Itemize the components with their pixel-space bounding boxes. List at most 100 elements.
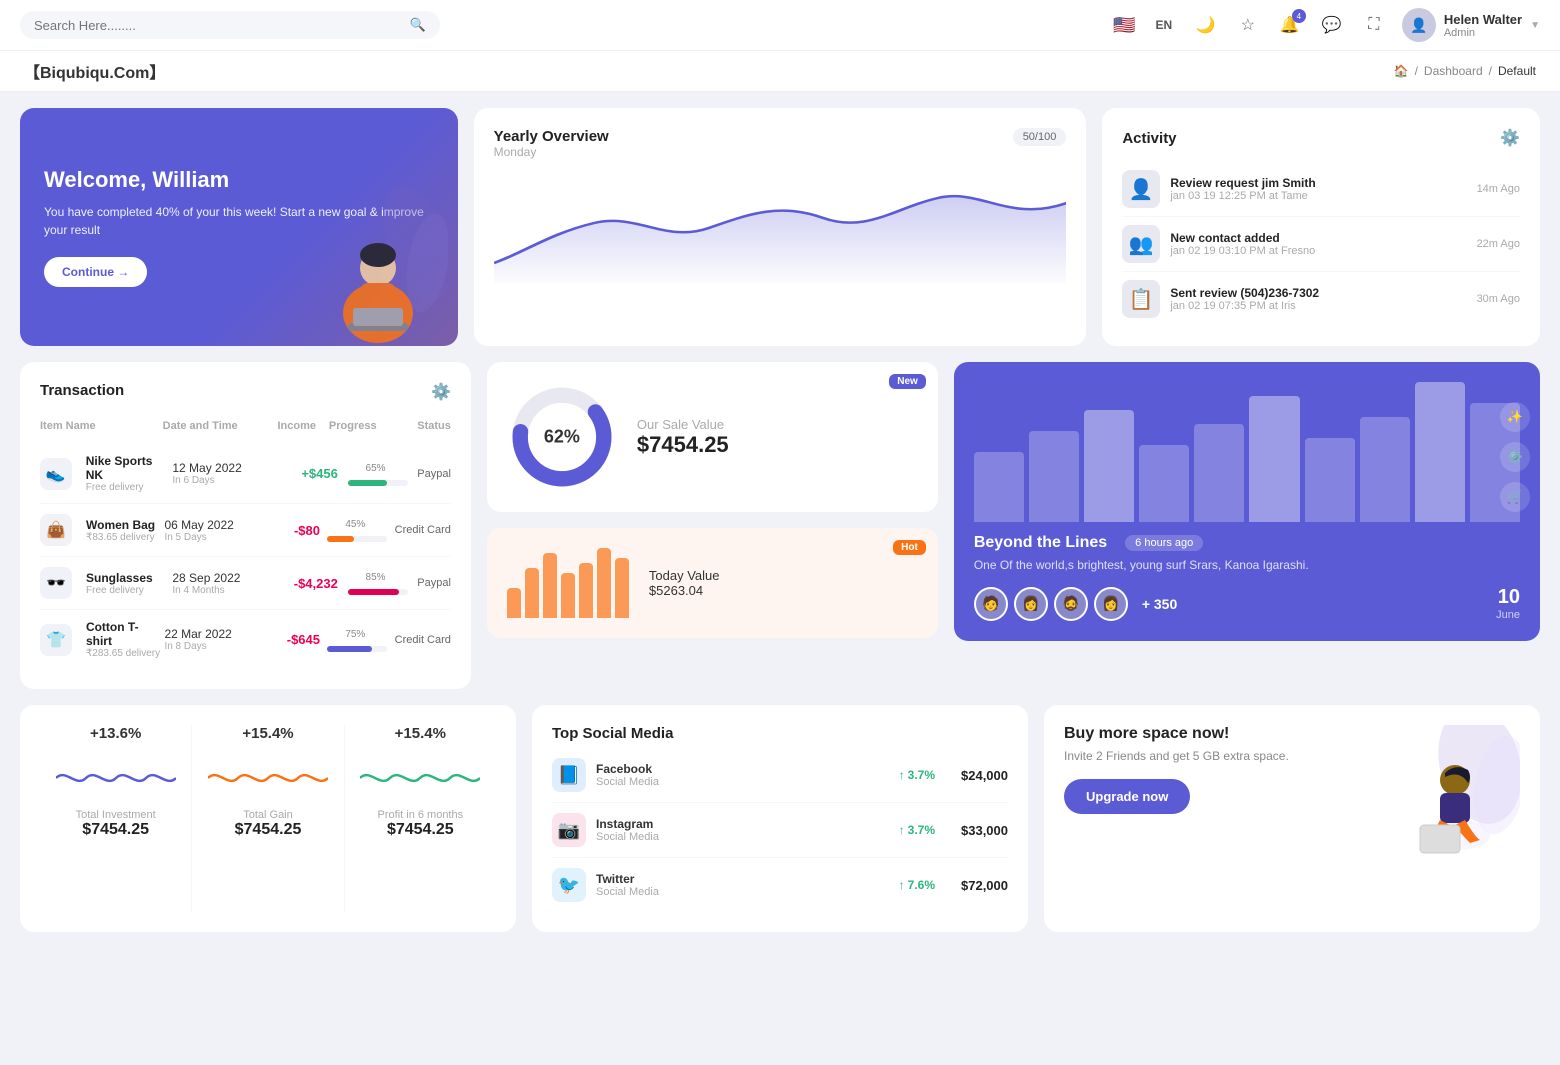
breadcrumb-bar: 【Biqubiqu.Com】 🏠 / Dashboard / Default	[0, 51, 1560, 92]
activity-title: Activity	[1122, 130, 1176, 147]
social-icon: 📷	[552, 813, 586, 847]
breadcrumb-dashboard[interactable]: Dashboard	[1424, 64, 1483, 78]
days-value: In 5 Days	[164, 532, 257, 543]
item-name: Women Bag	[86, 518, 155, 532]
today-value: $5263.04	[649, 583, 720, 598]
transaction-title: Transaction	[40, 382, 124, 399]
stat-gain: +15.4% Total Gain $7454.25	[192, 725, 344, 912]
activity-avatar: 👤	[1122, 170, 1160, 208]
activity-name: Sent review (504)236-7302	[1170, 286, 1466, 300]
bcol-1	[974, 452, 1024, 522]
status-cell: Paypal	[417, 468, 451, 480]
social-amount: $72,000	[961, 878, 1008, 893]
user-role: Admin	[1444, 27, 1522, 39]
upgrade-button[interactable]: Upgrade now	[1064, 779, 1190, 814]
beyond-date-wrap: 10 June	[1496, 586, 1520, 621]
beyond-avatar-3: 🧔	[1054, 587, 1088, 621]
col-status-header: Status	[390, 420, 451, 432]
list-item: 📘 Facebook Social Media ↑3.7% $24,000	[552, 748, 1008, 803]
item-info: Women Bag ₹83.65 delivery	[86, 518, 155, 543]
beyond-card: ✨ ⚙️ 🛒 Beyond the Lines 6 hours ago One …	[954, 362, 1540, 641]
social-info: Twitter Social Media	[596, 872, 889, 898]
today-value-card: Hot Today Value $5263.04	[487, 528, 938, 638]
gain-wave	[208, 758, 328, 798]
transaction-settings-icon[interactable]: ⚙️	[431, 382, 451, 402]
table-row: 👕 Cotton T-shirt ₹283.65 delivery 22 Mar…	[40, 610, 451, 669]
bookmark-icon[interactable]: ☆	[1234, 11, 1262, 39]
activity-name: New contact added	[1170, 231, 1466, 245]
search-icon: 🔍	[410, 17, 426, 33]
social-pct: ↑3.7%	[899, 768, 935, 782]
dark-mode-toggle[interactable]: 🌙	[1192, 11, 1220, 39]
beyond-avatar-1: 🧑	[974, 587, 1008, 621]
social-pct: ↑7.6%	[899, 878, 935, 892]
user-profile[interactable]: 👤 Helen Walter Admin ▼	[1402, 8, 1540, 42]
yearly-day: Monday	[494, 145, 609, 159]
search-input[interactable]	[34, 18, 402, 33]
language-selector[interactable]: EN	[1150, 11, 1178, 39]
continue-button[interactable]: Continue →	[44, 257, 147, 287]
search-bar[interactable]: 🔍	[20, 11, 440, 39]
table-row: 🕶️ Sunglasses Free delivery 28 Sep 2022 …	[40, 557, 451, 610]
chevron-down-icon: ▼	[1530, 20, 1540, 31]
days-value: In 8 Days	[164, 641, 257, 652]
beyond-bar-chart	[974, 382, 1520, 522]
yearly-title: Yearly Overview	[494, 128, 609, 145]
progress-cell: 45%	[320, 515, 395, 545]
income-cell: -$4,232	[272, 576, 338, 591]
stat-gain-label: Total Gain	[202, 809, 333, 821]
social-type: Social Media	[596, 831, 889, 843]
beyond-date: 10	[1496, 586, 1520, 609]
bcol-4	[1139, 445, 1189, 522]
item-sub: Free delivery	[86, 482, 173, 493]
social-type: Social Media	[596, 886, 889, 898]
table-row: 👜 Women Bag ₹83.65 delivery 06 May 2022 …	[40, 504, 451, 557]
stat-gain-value: $7454.25	[202, 821, 333, 839]
bcol-6	[1249, 396, 1299, 522]
list-item: 📷 Instagram Social Media ↑3.7% $33,000	[552, 803, 1008, 858]
bcol-9	[1415, 382, 1465, 522]
item-name: Cotton T-shirt	[86, 620, 165, 648]
beyond-desc: One Of the world,s brightest, young surf…	[974, 558, 1520, 572]
side-icon-3[interactable]: 🛒	[1500, 482, 1530, 512]
yearly-overview-card: Yearly Overview Monday 50/100	[474, 108, 1087, 346]
date-value: 12 May 2022	[172, 461, 271, 475]
yearly-badge: 50/100	[1013, 128, 1067, 146]
status-cell: Credit Card	[395, 524, 451, 536]
activity-text: New contact added jan 02 19 03:10 PM at …	[1170, 231, 1466, 257]
date-cell: 06 May 2022 In 5 Days	[164, 518, 257, 543]
breadcrumb: 🏠 / Dashboard / Default	[1394, 64, 1536, 78]
notifications-icon[interactable]: 🔔 4	[1276, 11, 1304, 39]
welcome-subtitle: You have completed 40% of your this week…	[44, 203, 434, 239]
activity-time: 30m Ago	[1477, 293, 1520, 305]
income-cell: +$456	[272, 466, 338, 481]
notification-badge: 4	[1292, 9, 1306, 23]
user-name: Helen Walter	[1444, 12, 1522, 27]
stat-profit-pct: +15.4%	[355, 725, 486, 742]
item-icon: 👜	[40, 514, 72, 546]
sale-value-card: New 62% Our Sale Value $7454.25	[487, 362, 938, 512]
buy-illustration	[1390, 725, 1520, 858]
col-income-header: Income	[255, 420, 316, 432]
activity-item: 👥 New contact added jan 02 19 03:10 PM a…	[1122, 217, 1520, 272]
profit-wave	[360, 758, 480, 798]
activity-sub: jan 02 19 03:10 PM at Fresno	[1170, 245, 1466, 257]
messages-icon[interactable]: 💬	[1318, 11, 1346, 39]
side-icons: ✨ ⚙️ 🛒	[1500, 402, 1530, 512]
bar-4	[561, 573, 575, 618]
social-name: Facebook	[596, 762, 889, 776]
welcome-title: Welcome, William	[44, 167, 434, 193]
social-info: Facebook Social Media	[596, 762, 889, 788]
home-icon[interactable]: 🏠	[1394, 64, 1409, 78]
fullscreen-icon[interactable]: ⛶	[1360, 11, 1388, 39]
status-cell: Credit Card	[395, 634, 451, 646]
bar-5	[579, 563, 593, 618]
side-icon-1[interactable]: ✨	[1500, 402, 1530, 432]
activity-time: 14m Ago	[1477, 183, 1520, 195]
bar-7	[615, 558, 629, 618]
activity-settings-icon[interactable]: ⚙️	[1500, 128, 1520, 148]
buy-sub: Invite 2 Friends and get 5 GB extra spac…	[1064, 749, 1380, 763]
item-icon: 👕	[40, 624, 72, 656]
activity-avatar: 📋	[1122, 280, 1160, 318]
side-icon-2[interactable]: ⚙️	[1500, 442, 1530, 472]
